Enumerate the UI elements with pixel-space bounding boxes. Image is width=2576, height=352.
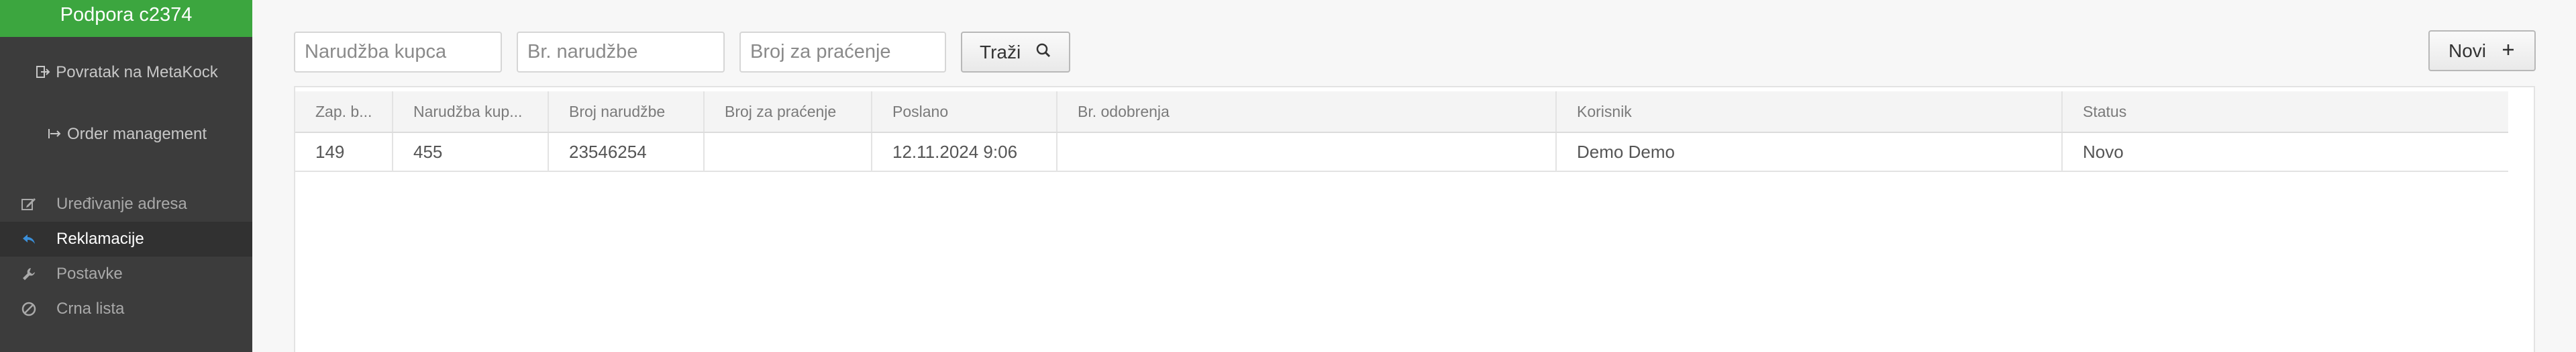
table-row[interactable]: 149 455 23546254 12.11.2024 9:06 Demo De… [295,133,2508,172]
back-link-label: Povratak na MetaKock [56,63,218,81]
reply-icon [19,229,39,249]
column-header-broj-narudzbe[interactable]: Broj narudžbe [549,91,705,132]
table-cell: 12.11.2024 9:06 [872,133,1058,171]
sidebar-menu: Uređivanje adresa Reklamacije Postavke C… [0,187,252,326]
tracking-number-input[interactable] [739,32,946,73]
order-management-link[interactable]: Order management [0,122,252,146]
sidebar-item-reklamacije[interactable]: Reklamacije [0,222,252,257]
new-button[interactable]: Novi [2428,30,2536,71]
column-header-korisnik[interactable]: Korisnik [1557,91,2063,132]
sidebar-item-label: Reklamacije [56,230,144,248]
table-cell: Demo Demo [1557,133,2063,171]
sidebar-item-label: Postavke [56,265,123,283]
column-header-br-odobrenja[interactable]: Br. odobrenja [1058,91,1557,132]
table-cell: 23546254 [549,133,705,171]
back-to-metakock-link[interactable]: Povratak na MetaKock [0,60,252,85]
app-root: Podpora c2374 Povratak na MetaKock Order… [0,0,2576,352]
sidebar: Podpora c2374 Povratak na MetaKock Order… [0,0,252,352]
filter-toolbar: Traži [294,32,1071,73]
search-icon [1035,42,1051,63]
table-cell: 149 [295,133,393,171]
column-header-poslano[interactable]: Poslano [872,91,1058,132]
table-cell: 455 [393,133,549,171]
sidebar-item-label: Crna lista [56,300,125,318]
column-header-status[interactable]: Status [2063,91,2508,132]
table-cell: Novo [2083,141,2124,162]
plus-icon [2501,40,2516,62]
column-header-zap-broj[interactable]: Zap. b... [295,91,393,132]
search-button[interactable]: Traži [961,32,1071,73]
new-button-label: Novi [2448,40,2486,61]
brand-title: Podpora c2374 [0,0,252,37]
table-cell [705,133,872,171]
table-cell [1058,133,1557,171]
sign-out-icon [34,60,52,85]
edit-icon [19,194,39,214]
sidebar-item-crna-lista[interactable]: Crna lista [0,292,252,326]
sidebar-item-label: Uređivanje adresa [56,195,187,213]
customer-order-input[interactable] [294,32,502,73]
column-header-narudzba-kupca[interactable]: Narudžba kup... [393,91,549,132]
order-link-label: Order management [66,125,207,143]
table-header: Zap. b... Narudžba kup... Broj narudžbe … [295,91,2508,133]
column-header-broj-za-pracenje[interactable]: Broj za praćenje [705,91,872,132]
sidebar-item-postavke[interactable]: Postavke [0,257,252,292]
arrow-right-bar-icon [46,122,63,146]
sidebar-item-uredivanje-adresa[interactable]: Uređivanje adresa [0,187,252,222]
order-number-input[interactable] [517,32,725,73]
complaints-table: Zap. b... Narudžba kup... Broj narudžbe … [294,86,2535,352]
wrench-icon [19,264,39,284]
search-button-label: Traži [980,41,1021,62]
ban-icon [19,299,39,319]
